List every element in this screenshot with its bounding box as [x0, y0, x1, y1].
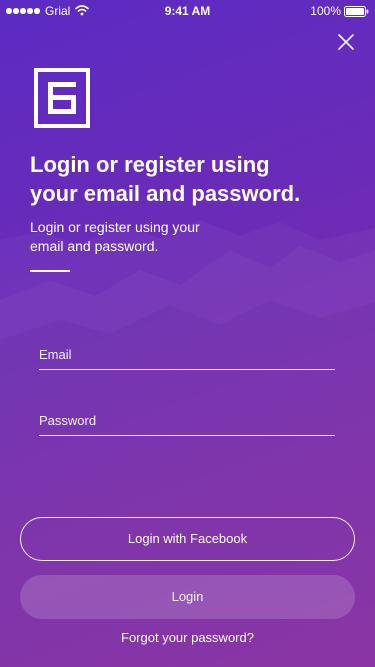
login-screen: Grial 9:41 AM 100% Login or register usi…: [0, 0, 375, 667]
page-subtitle-line-2: email and password.: [30, 238, 159, 254]
page-title-line-1: Login or register using: [30, 152, 270, 177]
status-bar: Grial 9:41 AM 100%: [0, 0, 375, 22]
login-button[interactable]: Login: [20, 575, 355, 619]
login-with-facebook-button[interactable]: Login with Facebook: [20, 517, 355, 561]
page-title: Login or register using your email and p…: [30, 150, 330, 208]
title-divider: [30, 270, 70, 272]
brand-logo-icon: [34, 68, 90, 128]
page-title-line-2: your email and password.: [30, 181, 301, 206]
email-input[interactable]: [39, 339, 335, 369]
page-subtitle: Login or register using your email and p…: [30, 218, 230, 256]
password-field[interactable]: [39, 405, 335, 436]
password-input[interactable]: [39, 405, 335, 435]
page-subtitle-line-1: Login or register using your: [30, 219, 200, 235]
email-field[interactable]: [39, 339, 335, 370]
close-icon[interactable]: [334, 30, 358, 54]
forgot-password-link[interactable]: Forgot your password?: [0, 630, 375, 645]
battery-percentage: 100%: [310, 4, 341, 18]
battery-icon: [344, 6, 369, 17]
